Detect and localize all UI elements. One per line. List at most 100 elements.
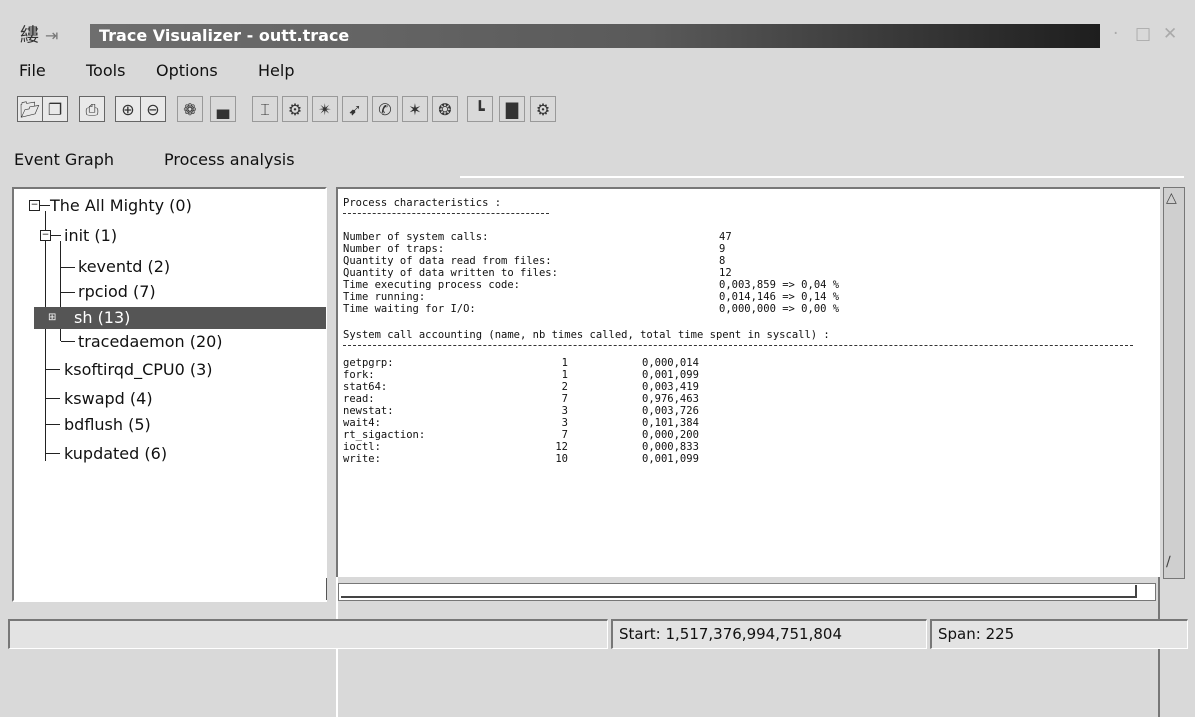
syscall-count: 3 [561, 405, 568, 417]
syscall-time: 0,976,463 [642, 393, 699, 405]
goto-icon[interactable]: ❁ [177, 96, 203, 122]
mark-icon[interactable]: ✶ [402, 96, 428, 122]
tree-node-sh-selected[interactable]: ⊞ sh (13) [34, 307, 326, 329]
tree-node-rpciod[interactable]: rpciod (7) [78, 282, 156, 302]
mini-view-icon[interactable]: ▄ [210, 96, 236, 122]
status-start: Start: 1,517,376,994,751,804 [611, 619, 927, 649]
hide-icon[interactable]: ➹ [342, 96, 368, 122]
horizontal-scroll-thumb[interactable] [341, 585, 1137, 598]
tree-node-init[interactable]: init (1) [64, 226, 117, 246]
syscall-time: 0,001,099 [642, 369, 699, 381]
syscall-header: System call accounting (name, nb times c… [343, 329, 830, 341]
syscall-time: 0,003,419 [642, 381, 699, 393]
stat-label: Quantity of data written to files: [343, 267, 558, 279]
menu-help[interactable]: Help [258, 61, 294, 80]
tree-node-keventd[interactable]: keventd (2) [78, 257, 170, 277]
trace-app-icon[interactable]: 縷 [20, 25, 39, 45]
horizontal-scrollbar[interactable] [338, 583, 1156, 601]
stat-label: Quantity of data read from files: [343, 255, 552, 267]
stat-value: 8 [719, 255, 726, 267]
zoom-in-icon[interactable]: ⊕ [115, 96, 141, 122]
syscall-count: 10 [555, 453, 568, 465]
syscall-time: 0,001,099 [642, 453, 699, 465]
menu-options[interactable]: Options [156, 61, 218, 80]
stat-label: Time executing process code: [343, 279, 521, 291]
status-message [8, 619, 608, 649]
tree-node-tracedaemon[interactable]: tracedaemon (20) [78, 332, 223, 352]
stat-label: Number of traps: [343, 243, 445, 255]
syscall-count: 7 [561, 429, 568, 441]
syscall-time: 0,000,014 [642, 357, 699, 369]
analysis-text-panel[interactable]: Process characteristics : Number of syst… [336, 187, 1160, 577]
syscall-count: 1 [561, 357, 568, 369]
syscall-time: 0,101,384 [642, 417, 699, 429]
syscall-name: stat64: [343, 381, 388, 393]
histogram-icon[interactable]: ▇ [499, 96, 525, 122]
syscall-count: 7 [561, 393, 568, 405]
expand-sh-icon[interactable]: ⊞ [48, 308, 56, 328]
open-file-icon[interactable]: 📂︎ [17, 96, 43, 122]
tree-node-bdflush[interactable]: bdflush (5) [64, 415, 151, 435]
syscall-name: fork: [343, 369, 375, 381]
axis-icon[interactable]: ┗ [467, 96, 493, 122]
tree-node-root[interactable]: The All Mighty (0) [50, 196, 192, 216]
scroll-down-icon[interactable]: ∕ [1166, 554, 1171, 570]
syscall-name: rt_sigaction: [343, 429, 426, 441]
stat-value: 0,000,000 => 0,00 % [719, 303, 840, 315]
settings-icon[interactable]: ⚙ [530, 96, 556, 122]
syscall-name: getpgrp: [343, 357, 394, 369]
syscall-count: 3 [561, 417, 568, 429]
tab-row: Event Graph Process analysis Raw Trace [8, 140, 1190, 717]
menu-bar: File Tools Options Help [8, 52, 1190, 86]
status-span: Span: 225 [930, 619, 1188, 649]
tab-process-analysis[interactable]: Process analysis [158, 144, 301, 176]
draw-icon[interactable]: ✆ [372, 96, 398, 122]
stat-label: Time running: [343, 291, 426, 303]
stat-label: Time waiting for I/O: [343, 303, 476, 315]
syscall-time: 0,000,833 [642, 441, 699, 453]
process-tree[interactable]: − The All Mighty (0) − init (1) keventd … [12, 187, 327, 602]
close-icon[interactable]: ✕ [1163, 24, 1177, 44]
tab-event-graph[interactable]: Event Graph [8, 144, 120, 176]
zoom-out-icon[interactable]: ⊖ [140, 96, 166, 122]
report-header: Process characteristics : [343, 197, 502, 209]
syscall-time: 0,003,726 [642, 405, 699, 417]
syscall-name: wait4: [343, 417, 381, 429]
filter-icon[interactable]: ⚙ [282, 96, 308, 122]
collapse-root-icon[interactable]: − [29, 200, 40, 211]
syscall-divider [343, 345, 1133, 346]
stat-label: Number of system calls: [343, 231, 489, 243]
splitter-handle[interactable] [326, 578, 331, 600]
menu-file[interactable]: File [19, 61, 46, 80]
tree-node-kswapd[interactable]: kswapd (4) [64, 389, 153, 409]
syscall-name: newstat: [343, 405, 394, 417]
record-icon[interactable]: ✴ [312, 96, 338, 122]
scroll-up-icon[interactable]: △ [1166, 190, 1177, 206]
collapse-init-icon[interactable]: − [40, 230, 51, 241]
stat-value: 12 [719, 267, 732, 279]
config-icon[interactable]: ❂ [432, 96, 458, 122]
tree-node-kupdated[interactable]: kupdated (6) [64, 444, 167, 464]
syscall-count: 1 [561, 369, 568, 381]
pin-icon[interactable]: ⇥ [45, 26, 58, 45]
syscall-count: 2 [561, 381, 568, 393]
tree-node-ksoftirqd[interactable]: ksoftirqd_CPU0 (3) [64, 360, 213, 380]
tab-underline [460, 176, 1184, 178]
title-bar-fill[interactable]: Trace Visualizer - outt.trace [90, 24, 1100, 48]
syscall-time: 0,000,200 [642, 429, 699, 441]
menu-tools[interactable]: Tools [86, 61, 125, 80]
cursor-icon[interactable]: ⌶ [252, 96, 278, 122]
save-icon[interactable]: ⎙ [79, 96, 105, 122]
toolbar: 📂︎ ❐ ⎙ ⊕ ⊖ ❁ ▄ ⌶ ⚙ ✴ ➹ ✆ ✶ ❂ ┗ ▇ ⚙ [17, 96, 717, 126]
open-icon[interactable]: ❐ [42, 96, 68, 122]
vertical-scrollbar[interactable]: △ ∕ [1163, 187, 1185, 579]
window-title: Trace Visualizer - outt.trace [99, 26, 350, 45]
syscall-count: 12 [555, 441, 568, 453]
stat-value: 47 [719, 231, 732, 243]
minimize-icon[interactable]: · [1113, 24, 1118, 44]
title-bar: 縷 ⇥ Trace Visualizer - outt.trace · □ ✕ [8, 22, 1190, 50]
maximize-icon[interactable]: □ [1135, 24, 1151, 44]
stat-value: 0,003,859 => 0,04 % [719, 279, 840, 291]
syscall-name: read: [343, 393, 375, 405]
syscall-name: write: [343, 453, 381, 465]
